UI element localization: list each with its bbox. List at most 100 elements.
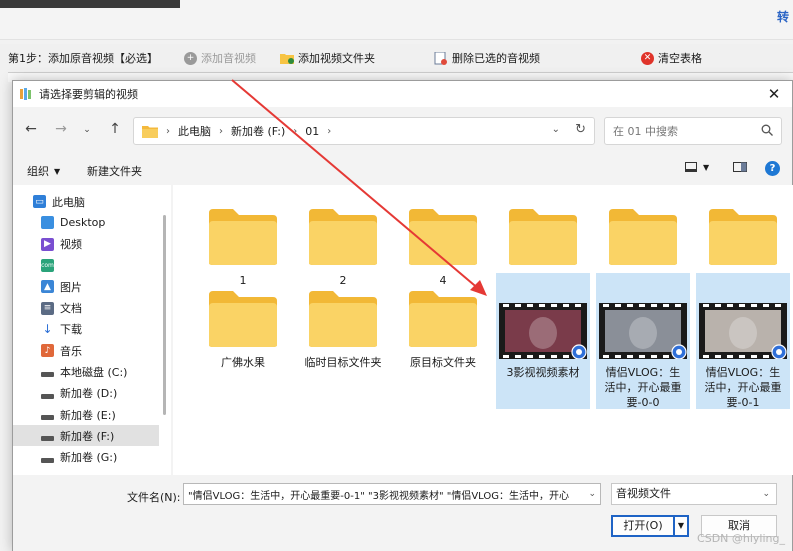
preview-pane-button[interactable] [733, 162, 747, 175]
new-folder-button[interactable]: 新建文件夹 [87, 163, 142, 179]
recent-locations-button[interactable]: ⌄ [77, 125, 97, 135]
view-options-button[interactable]: ▼ [685, 162, 709, 172]
music-icon: ♪ [41, 344, 54, 358]
desktop-icon [41, 216, 54, 230]
forward-button[interactable]: → [51, 121, 71, 137]
sidebar-item[interactable]: 新加卷 (D:) [13, 383, 159, 404]
folder-item[interactable]: 广佛水果 [196, 273, 290, 409]
organize-label: 组织 [27, 165, 49, 178]
address-bar[interactable]: › 此电脑 › 新加卷 (F:) › 01 › ⌄ ↻ [133, 117, 595, 145]
close-button[interactable]: ✕ [764, 84, 784, 104]
search-input[interactable] [605, 118, 753, 144]
computer-icon: ▭ [33, 195, 46, 208]
folder-icon [209, 291, 277, 347]
file-name-label-line: 要-0-1 [726, 396, 760, 409]
folder-item[interactable]: 临时目标文件夹 [296, 273, 390, 409]
help-button[interactable]: ? [765, 161, 780, 176]
sidebar-item[interactable]: 新加卷 (G:) [13, 447, 159, 468]
preview-pane-icon [733, 162, 747, 172]
breadcrumb-separator: › [293, 125, 298, 137]
breadcrumb-separator: › [219, 125, 223, 137]
open-button[interactable]: 打开(O) [611, 515, 673, 537]
filename-input[interactable] [184, 484, 582, 504]
file-name-label: 临时目标文件夹 [304, 356, 382, 369]
file-name-label: 原目标文件夹 [410, 356, 476, 369]
sidebar-item[interactable]: ↓ 下载 [13, 319, 159, 340]
drive-c-icon [41, 365, 54, 378]
app-logo-icon [20, 88, 31, 100]
dialog-titlebar[interactable]: 请选择要剪辑的视频 ✕ [13, 81, 792, 107]
sidebar-item[interactable]: ≡ 文档 [13, 298, 159, 319]
sidebar-item[interactable]: com [13, 255, 159, 276]
filename-label: 文件名(N): [127, 491, 181, 504]
sidebar-item[interactable]: ▭ 此电脑 [13, 191, 159, 212]
drive-icon [41, 387, 54, 400]
sidebar-item[interactable]: ▲ 图片 [13, 276, 159, 297]
back-button[interactable]: ← [21, 121, 41, 137]
delete-selected-label: 删除已选的音视频 [452, 52, 540, 65]
folder-icon [142, 125, 158, 138]
file-name-label: 3影视视频素材 [506, 366, 580, 379]
filename-combobox[interactable]: ⌄ [183, 483, 601, 505]
folder-icon [509, 209, 577, 265]
caret-down-icon: ▼ [677, 521, 685, 530]
video-thumbnail-icon [599, 303, 687, 359]
app-icon: com [41, 258, 54, 272]
add-folder-label: 添加视频文件夹 [298, 52, 375, 65]
video-icon: ▶ [41, 237, 54, 251]
folder-item[interactable]: 原目标文件夹 [396, 273, 490, 409]
sidebar-item[interactable]: ▶ 视频 [13, 234, 159, 255]
sidebar-item[interactable]: 本地磁盘 (C:) [13, 361, 159, 382]
breadcrumb-drive-f[interactable]: 新加卷 (F:) [231, 123, 285, 139]
background-corner-glyph: 转 [776, 10, 789, 24]
file-type-select[interactable]: 音视频文件 ⌄ [611, 483, 777, 505]
sidebar-item[interactable]: 新加卷 (E:) [13, 404, 159, 425]
folder-icon [409, 209, 477, 265]
video-file-item[interactable]: 情侣VLOG：生 活中，开心最重 要-0-0 [596, 273, 690, 409]
chevron-down-icon: ⌄ [762, 489, 770, 499]
sidebar-item-label: 新加卷 (F:) [60, 429, 115, 443]
chevron-down-icon[interactable]: ⌄ [552, 124, 560, 135]
video-thumbnail-icon [499, 303, 587, 359]
search-box[interactable] [604, 117, 782, 145]
drive-icon [41, 451, 54, 464]
navigation-bar: ← → ⌄ ↑ › 此电脑 › 新加卷 (F:) › 01 › ⌄ ↻ [13, 109, 792, 153]
folder-add-icon [280, 54, 294, 64]
sidebar-item-label: 新加卷 (G:) [60, 451, 118, 465]
add-video-folder-button[interactable]: 添加视频文件夹 [280, 50, 375, 66]
breadcrumb-folder-01[interactable]: 01 [305, 125, 319, 138]
open-options-button[interactable]: ▼ [673, 515, 689, 537]
sidebar-item-label: 音乐 [60, 344, 82, 358]
file-open-dialog: 请选择要剪辑的视频 ✕ ← → ⌄ ↑ › 此电脑 › 新加卷 (F:) › 0… [12, 80, 793, 551]
video-file-item[interactable]: 3影视视频素材 [496, 273, 590, 409]
folder-icon [409, 291, 477, 347]
step-label: 第1步：添加原音视频【必选】 [8, 52, 158, 65]
video-thumbnail-icon [699, 303, 787, 359]
sidebar-scrollbar[interactable] [163, 215, 166, 415]
delete-selected-button[interactable]: 删除已选的音视频 [434, 50, 540, 66]
refresh-button[interactable]: ↻ [575, 122, 586, 137]
sidebar-item[interactable]: Desktop [13, 212, 159, 233]
sidebar-item-label: 新加卷 (E:) [60, 408, 116, 422]
drive-icon [41, 408, 54, 421]
sidebar-item[interactable]: 新加卷 (F:) [13, 425, 159, 447]
folder-icon [309, 291, 377, 347]
organize-menu[interactable]: 组织 ▼ [27, 163, 60, 179]
video-file-item[interactable]: 情侣VLOG：生 活中，开心最重 要-0-1 [696, 273, 790, 409]
dialog-title: 请选择要剪辑的视频 [39, 88, 138, 101]
folder-icon [709, 209, 777, 265]
file-type-value: 音视频文件 [616, 487, 671, 500]
watermark: CSDN @hlyling_ [697, 532, 785, 545]
add-audio-button[interactable]: + 添加音视频 [184, 50, 256, 66]
chevron-down-icon[interactable]: ⌄ [588, 489, 596, 499]
file-name-label-line: 情侣VLOG：生 [705, 366, 781, 379]
sidebar-item[interactable]: ♪ 音乐 [13, 340, 159, 361]
sidebar-item-label: Desktop [60, 216, 106, 230]
command-bar: 组织 ▼ 新建文件夹 ▼ ? [13, 155, 792, 183]
delete-file-icon [434, 51, 447, 65]
folder-icon [309, 209, 377, 265]
up-button[interactable]: ↑ [105, 121, 125, 137]
breadcrumb-this-pc[interactable]: 此电脑 [178, 123, 211, 139]
clear-table-button[interactable]: ✕ 清空表格 [641, 50, 702, 66]
sidebar-item-label: 此电脑 [52, 195, 85, 209]
